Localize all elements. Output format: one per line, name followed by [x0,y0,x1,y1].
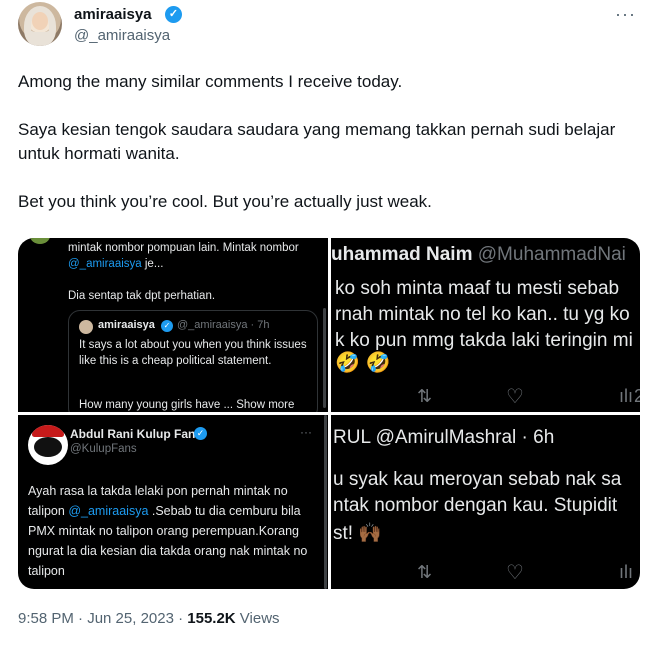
like-icon: ♡ [506,386,524,408]
panel2-line1: ko soh minta maaf tu mesti sebab [335,278,620,299]
quote-verified-icon: ✓ [161,320,173,332]
views-icon: ılı [619,386,634,406]
retweet-icon: ⇅ [417,562,433,582]
panel3-mention: @_amiraaisya [68,504,149,518]
panel3-name: Abdul Rani Kulup Fans [70,427,202,441]
views-label: Views [235,610,280,627]
author-handle[interactable]: @_amiraaisya [74,27,170,44]
panel1-line2: @_amiraaisya je... [68,256,163,272]
panel2-header: uhammad Naim @MuhammadNai [331,244,626,266]
panel3-text: Ayah rasa la takda lelaki pon pernah min… [28,481,318,581]
kulup-fans-logo [28,425,68,465]
author-name[interactable]: amiraaisya [74,6,152,23]
retweet-icon: ⇅ [417,386,433,406]
tweet-paragraph-3: Bet you think you’re cool. But you’re ac… [18,192,432,211]
panel4-line1: u syak kau meroyan sebab nak sa [333,469,622,490]
panel4-line2: ntak nombor dengan kau. Stupidit [333,495,618,516]
panel1-line1: mintak nombor pompuan lain. Mintak nombo… [68,242,299,254]
media-image-3[interactable]: Abdul Rani Kulup Fans ✓ @KulupFans ··· A… [18,415,328,589]
verified-badge-icon: ✓ [165,6,182,23]
panel2-line2: rnah mintak no tel ko kan.. tu yg ko [335,304,630,325]
tweet-text: Among the many similar comments I receiv… [18,70,638,214]
logo-face [34,437,62,457]
panel1-mention: @_amiraaisya [68,258,142,270]
scrollbar [323,308,326,408]
like-icon: ♡ [506,562,524,584]
media-image-4[interactable]: RUL @AmirulMashral · 6h u syak kau meroy… [331,415,640,589]
scrollbar [324,415,327,589]
panel3-handle: @KulupFans [70,443,137,455]
views-icon: ılı [619,562,634,582]
tweet-paragraph-1: Among the many similar comments I receiv… [18,72,403,91]
avatar-face [32,12,48,30]
tweet-meta: 9:58 PM · Jun 25, 2023 · 155.2K Views [18,610,280,627]
panel2-handle: @MuhammadNai [477,244,626,265]
quote-avatar [79,320,93,334]
cropped-avatar [30,238,50,244]
tweet-timestamp[interactable]: 9:58 PM · Jun 25, 2023 · [18,610,187,627]
panel3-verified-icon: ✓ [194,427,207,440]
panel2-name: uhammad Naim [331,244,473,265]
panel4-header: RUL @AmirulMashral · 6h [333,427,555,448]
tweet-paragraph-2: Saya kesian tengok saudara saudara yang … [18,120,616,163]
panel4-line3: st! 🙌🏾 [333,523,382,544]
quote-text: It says a lot about you when you think i… [79,339,307,367]
panel2-line3: k ko pun mmg takda laki teringin mi [335,330,633,351]
media-image-1[interactable]: mintak nombor pompuan lain. Mintak nombo… [18,238,328,412]
logo-hat [32,425,64,437]
panel1-line2-rest: je... [141,258,164,270]
quote-author-name: amiraaisya [98,319,155,331]
media-image-2[interactable]: uhammad Naim @MuhammadNai ko soh minta m… [331,238,640,412]
more-options-icon[interactable]: ··· [615,4,636,25]
quote-handle: @_amiraaisya · 7h [177,319,270,331]
panel3-more-icon: ··· [300,425,312,439]
panel2-emoji: 🤣 🤣 [335,352,391,374]
media-grid: mintak nombor pompuan lain. Mintak nombo… [18,238,640,589]
quoted-tweet: amiraaisya ✓ @_amiraaisya · 7h It says a… [68,310,318,412]
tweet-header: amiraaisya ✓ @_amiraaisya ··· [18,2,638,48]
avatar[interactable] [18,2,62,46]
views-count: 2 [634,386,640,406]
panel1-line3: Dia sentap tak dpt perhatian. [68,290,216,302]
views-count: 155.2K [187,610,236,627]
quote-show-more: How many young girls have ... Show more [79,399,295,411]
